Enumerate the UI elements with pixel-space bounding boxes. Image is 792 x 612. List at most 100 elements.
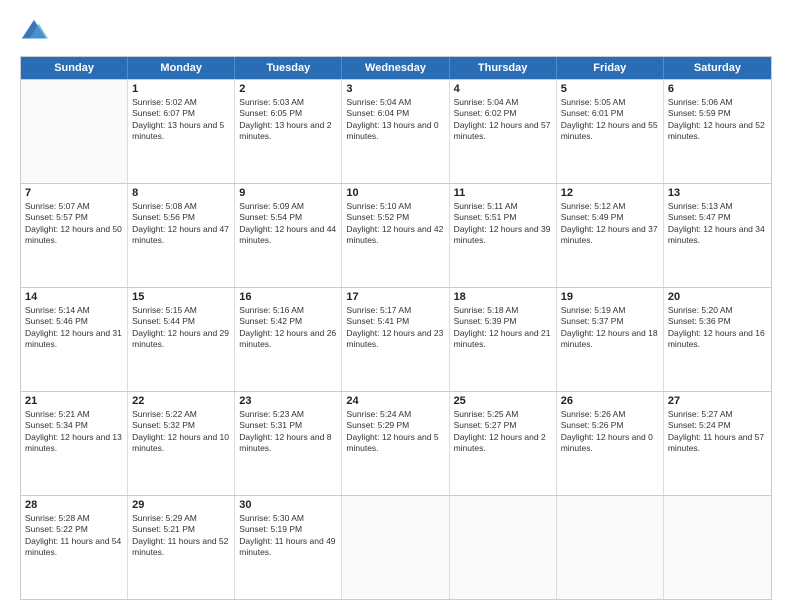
cal-cell: 8 Sunrise: 5:08 AMSunset: 5:56 PMDaylight…	[128, 184, 235, 287]
cal-cell: 5Sunrise: 5:05 AMSunset: 6:01 PMDaylight…	[557, 80, 664, 183]
cell-info: Sunrise: 5:19 AMSunset: 5:37 PMDaylight:…	[561, 305, 659, 351]
cal-cell: 25 Sunrise: 5:25 AMSunset: 5:27 PMDayligh…	[450, 392, 557, 495]
cal-cell: 11 Sunrise: 5:11 AMSunset: 5:51 PMDayligh…	[450, 184, 557, 287]
cell-info: Sunrise: 5:22 AMSunset: 5:32 PMDaylight:…	[132, 409, 230, 455]
cal-cell: 17Sunrise: 5:17 AMSunset: 5:41 PMDayligh…	[342, 288, 449, 391]
day-number: 12	[561, 187, 659, 199]
day-number: 11	[454, 187, 552, 199]
day-number: 13	[668, 187, 767, 199]
day-number: 26	[561, 395, 659, 407]
cal-cell	[557, 496, 664, 599]
day-number: 3	[346, 83, 444, 95]
cell-info: Sunrise: 5:29 AMSunset: 5:21 PMDaylight:…	[132, 513, 230, 559]
day-number: 29	[132, 499, 230, 511]
header-day-wednesday: Wednesday	[342, 57, 449, 79]
day-number: 23	[239, 395, 337, 407]
day-number: 9	[239, 187, 337, 199]
cell-info: Sunrise: 5:24 AMSunset: 5:29 PMDaylight:…	[346, 409, 444, 455]
day-number: 25	[454, 395, 552, 407]
calendar-header: SundayMondayTuesdayWednesdayThursdayFrid…	[21, 57, 771, 79]
week-row-0: 1 Sunrise: 5:02 AMSunset: 6:07 PMDaylight…	[21, 79, 771, 183]
cell-info: Sunrise: 5:20 AMSunset: 5:36 PMDaylight:…	[668, 305, 767, 351]
week-row-2: 14 Sunrise: 5:14 AMSunset: 5:46 PMDayligh…	[21, 287, 771, 391]
cal-cell: 24 Sunrise: 5:24 AMSunset: 5:29 PMDayligh…	[342, 392, 449, 495]
cal-cell: 22 Sunrise: 5:22 AMSunset: 5:32 PMDayligh…	[128, 392, 235, 495]
cal-cell: 26 Sunrise: 5:26 AMSunset: 5:26 PMDayligh…	[557, 392, 664, 495]
cal-cell: 18Sunrise: 5:18 AMSunset: 5:39 PMDayligh…	[450, 288, 557, 391]
cal-cell: 29 Sunrise: 5:29 AMSunset: 5:21 PMDayligh…	[128, 496, 235, 599]
page: SundayMondayTuesdayWednesdayThursdayFrid…	[0, 0, 792, 612]
day-number: 22	[132, 395, 230, 407]
header-day-tuesday: Tuesday	[235, 57, 342, 79]
day-number: 2	[239, 83, 337, 95]
logo	[20, 18, 52, 46]
day-number: 10	[346, 187, 444, 199]
cell-info: Sunrise: 5:11 AMSunset: 5:51 PMDaylight:…	[454, 201, 552, 247]
day-number: 1	[132, 83, 230, 95]
logo-icon	[20, 18, 48, 46]
day-number: 27	[668, 395, 767, 407]
cal-cell: 14 Sunrise: 5:14 AMSunset: 5:46 PMDayligh…	[21, 288, 128, 391]
day-number: 20	[668, 291, 767, 303]
cell-info: Sunrise: 5:13 AMSunset: 5:47 PMDaylight:…	[668, 201, 767, 247]
cell-info: Sunrise: 5:30 AMSunset: 5:19 PMDaylight:…	[239, 513, 337, 559]
cal-cell: 1 Sunrise: 5:02 AMSunset: 6:07 PMDaylight…	[128, 80, 235, 183]
header-day-thursday: Thursday	[450, 57, 557, 79]
cell-info: Sunrise: 5:04 AMSunset: 6:02 PMDaylight:…	[454, 97, 552, 143]
cal-cell: 10Sunrise: 5:10 AMSunset: 5:52 PMDayligh…	[342, 184, 449, 287]
cell-info: Sunrise: 5:02 AMSunset: 6:07 PMDaylight:…	[132, 97, 230, 143]
cell-info: Sunrise: 5:25 AMSunset: 5:27 PMDaylight:…	[454, 409, 552, 455]
cal-cell: 16 Sunrise: 5:16 AMSunset: 5:42 PMDayligh…	[235, 288, 342, 391]
cal-cell: 2 Sunrise: 5:03 AMSunset: 6:05 PMDaylight…	[235, 80, 342, 183]
header-day-monday: Monday	[128, 57, 235, 79]
cal-cell: 3 Sunrise: 5:04 AMSunset: 6:04 PMDaylight…	[342, 80, 449, 183]
cell-info: Sunrise: 5:16 AMSunset: 5:42 PMDaylight:…	[239, 305, 337, 351]
cal-cell: 27Sunrise: 5:27 AMSunset: 5:24 PMDayligh…	[664, 392, 771, 495]
day-number: 24	[346, 395, 444, 407]
week-row-3: 21 Sunrise: 5:21 AMSunset: 5:34 PMDayligh…	[21, 391, 771, 495]
calendar: SundayMondayTuesdayWednesdayThursdayFrid…	[20, 56, 772, 600]
cal-cell	[664, 496, 771, 599]
cell-info: Sunrise: 5:21 AMSunset: 5:34 PMDaylight:…	[25, 409, 123, 455]
cal-cell: 13 Sunrise: 5:13 AMSunset: 5:47 PMDayligh…	[664, 184, 771, 287]
header-day-friday: Friday	[557, 57, 664, 79]
cal-cell: 15Sunrise: 5:15 AMSunset: 5:44 PMDayligh…	[128, 288, 235, 391]
cell-info: Sunrise: 5:08 AMSunset: 5:56 PMDaylight:…	[132, 201, 230, 247]
day-number: 8	[132, 187, 230, 199]
cal-cell	[21, 80, 128, 183]
cal-cell: 7 Sunrise: 5:07 AMSunset: 5:57 PMDaylight…	[21, 184, 128, 287]
day-number: 4	[454, 83, 552, 95]
cell-info: Sunrise: 5:28 AMSunset: 5:22 PMDaylight:…	[25, 513, 123, 559]
cell-info: Sunrise: 5:05 AMSunset: 6:01 PMDaylight:…	[561, 97, 659, 143]
cell-info: Sunrise: 5:07 AMSunset: 5:57 PMDaylight:…	[25, 201, 123, 247]
cell-info: Sunrise: 5:09 AMSunset: 5:54 PMDaylight:…	[239, 201, 337, 247]
cell-info: Sunrise: 5:17 AMSunset: 5:41 PMDaylight:…	[346, 305, 444, 351]
cell-info: Sunrise: 5:15 AMSunset: 5:44 PMDaylight:…	[132, 305, 230, 351]
cal-cell: 4 Sunrise: 5:04 AMSunset: 6:02 PMDaylight…	[450, 80, 557, 183]
cell-info: Sunrise: 5:26 AMSunset: 5:26 PMDaylight:…	[561, 409, 659, 455]
cal-cell: 9 Sunrise: 5:09 AMSunset: 5:54 PMDaylight…	[235, 184, 342, 287]
header-day-sunday: Sunday	[21, 57, 128, 79]
cal-cell: 12 Sunrise: 5:12 AMSunset: 5:49 PMDayligh…	[557, 184, 664, 287]
cal-cell	[450, 496, 557, 599]
week-row-1: 7 Sunrise: 5:07 AMSunset: 5:57 PMDaylight…	[21, 183, 771, 287]
day-number: 19	[561, 291, 659, 303]
day-number: 14	[25, 291, 123, 303]
cell-info: Sunrise: 5:04 AMSunset: 6:04 PMDaylight:…	[346, 97, 444, 143]
day-number: 7	[25, 187, 123, 199]
header	[20, 18, 772, 46]
cell-info: Sunrise: 5:14 AMSunset: 5:46 PMDaylight:…	[25, 305, 123, 351]
day-number: 21	[25, 395, 123, 407]
cal-cell: 30 Sunrise: 5:30 AMSunset: 5:19 PMDayligh…	[235, 496, 342, 599]
cal-cell: 23 Sunrise: 5:23 AMSunset: 5:31 PMDayligh…	[235, 392, 342, 495]
day-number: 28	[25, 499, 123, 511]
day-number: 16	[239, 291, 337, 303]
day-number: 30	[239, 499, 337, 511]
cell-info: Sunrise: 5:03 AMSunset: 6:05 PMDaylight:…	[239, 97, 337, 143]
cal-cell: 19 Sunrise: 5:19 AMSunset: 5:37 PMDayligh…	[557, 288, 664, 391]
day-number: 18	[454, 291, 552, 303]
cell-info: Sunrise: 5:12 AMSunset: 5:49 PMDaylight:…	[561, 201, 659, 247]
week-row-4: 28 Sunrise: 5:28 AMSunset: 5:22 PMDayligh…	[21, 495, 771, 599]
calendar-body: 1 Sunrise: 5:02 AMSunset: 6:07 PMDaylight…	[21, 79, 771, 599]
cell-info: Sunrise: 5:23 AMSunset: 5:31 PMDaylight:…	[239, 409, 337, 455]
